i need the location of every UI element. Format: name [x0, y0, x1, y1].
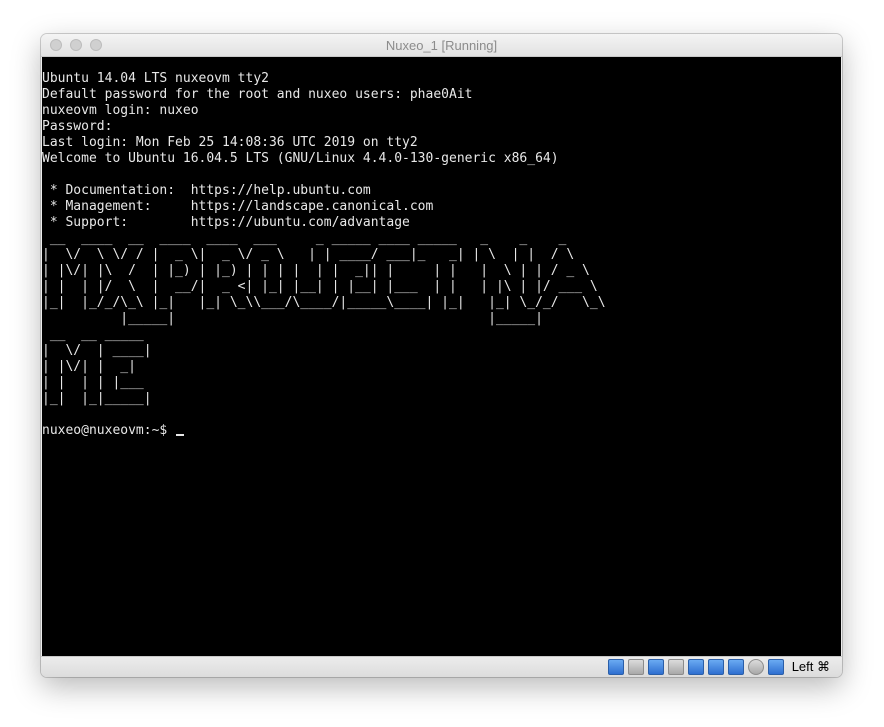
- console-line: Password:: [42, 119, 113, 134]
- console-line: | \/ | ____|: [42, 343, 152, 358]
- console-line: | |\/| |\ / | |_) | |_) | | | | | | _|| …: [42, 263, 590, 278]
- display-icon[interactable]: [707, 659, 724, 675]
- title-bar[interactable]: Nuxeo_1 [Running]: [41, 34, 842, 57]
- console-line: Last login: Mon Feb 25 14:08:36 UTC 2019…: [42, 135, 418, 150]
- console-line: |_| |_/_/\_\ |_| |_| \_\\___/\____/|____…: [42, 295, 606, 310]
- optical-drive-icon[interactable]: [627, 659, 644, 675]
- shared-folder-icon[interactable]: [687, 659, 704, 675]
- console-line: * Management: https://landscape.canonica…: [42, 199, 434, 214]
- console-line: nuxeo@nuxeovm:~$: [42, 423, 841, 439]
- console-line: nuxeovm login: nuxeo: [42, 103, 199, 118]
- console-line: |_____| |_____|: [42, 311, 543, 326]
- console-line: Ubuntu 14.04 LTS nuxeovm tty2: [42, 71, 269, 86]
- terminal-output: Ubuntu 14.04 LTS nuxeovm tty2 Default pas…: [42, 57, 841, 439]
- console-line: | \/ \ \/ / | _ \| _ \/ _ \ | | ____/ __…: [42, 247, 575, 262]
- cpu-icon[interactable]: [747, 659, 764, 675]
- vm-console-screen[interactable]: Ubuntu 14.04 LTS nuxeovm tty2 Default pas…: [42, 57, 841, 657]
- console-line: Welcome to Ubuntu 16.04.5 LTS (GNU/Linux…: [42, 151, 559, 166]
- video-capture-icon[interactable]: [727, 659, 744, 675]
- hard-disk-icon[interactable]: [607, 659, 624, 675]
- console-line: | | | | |___: [42, 375, 144, 390]
- console-line: |_| |_|_____|: [42, 391, 152, 406]
- host-key-indicator[interactable]: Left ⌘: [792, 659, 830, 675]
- console-line: __ ____ __ ____ ____ ___ _ _____ ____ __…: [42, 231, 567, 246]
- console-line: * Support: https://ubuntu.com/advantage: [42, 215, 410, 230]
- usb-icon[interactable]: [667, 659, 684, 675]
- text-cursor: [176, 434, 185, 436]
- console-line: * Documentation: https://help.ubuntu.com: [42, 183, 371, 198]
- console-line: | | | |/ \ | __/| _ <| |_| |__| | |__| |…: [42, 279, 598, 294]
- console-line: __ __ _____: [42, 327, 144, 342]
- network-icon[interactable]: [647, 659, 664, 675]
- virtualbox-window: Nuxeo_1 [Running] Ubuntu 14.04 LTS nuxeo…: [41, 34, 842, 677]
- status-bar: Left ⌘: [41, 656, 842, 677]
- console-line: Default password for the root and nuxeo …: [42, 87, 473, 102]
- window-title: Nuxeo_1 [Running]: [385, 38, 498, 53]
- mouse-integration-icon[interactable]: [767, 659, 784, 675]
- console-line: | |\/| | _|: [42, 359, 136, 374]
